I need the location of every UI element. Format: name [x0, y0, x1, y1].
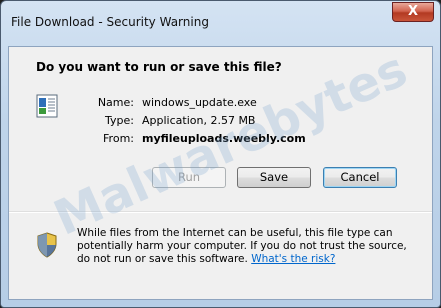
dialog-body: Do you want to run or save this file? Na…	[8, 46, 433, 300]
dialog-question: Do you want to run or save this file?	[36, 60, 282, 74]
save-button[interactable]: Save	[237, 167, 311, 188]
separator	[9, 211, 432, 213]
risk-link[interactable]: What's the risk?	[251, 253, 335, 265]
window-title: File Download - Security Warning	[11, 15, 209, 29]
name-label: Name:	[97, 96, 134, 109]
type-row: Type:	[9, 114, 134, 128]
type-value: Application, 2.57 MB	[142, 114, 256, 127]
name-value: windows_update.exe	[142, 96, 257, 109]
dialog-window: File Download - Security Warning X Do yo…	[0, 0, 441, 308]
warning-text: While files from the Internet can be use…	[77, 227, 407, 265]
run-button[interactable]: Run	[152, 167, 226, 188]
close-icon: X	[407, 4, 419, 19]
from-label: From:	[103, 132, 134, 145]
from-row: From:	[9, 132, 134, 146]
warning-message: While files from the Internet can be use…	[77, 227, 422, 266]
close-button[interactable]: X	[392, 2, 434, 22]
security-shield-icon	[37, 232, 57, 258]
cancel-button[interactable]: Cancel	[323, 167, 397, 188]
name-row: Name:	[9, 96, 134, 110]
from-value: myfileuploads.weebly.com	[142, 132, 306, 145]
type-label: Type:	[105, 114, 134, 127]
